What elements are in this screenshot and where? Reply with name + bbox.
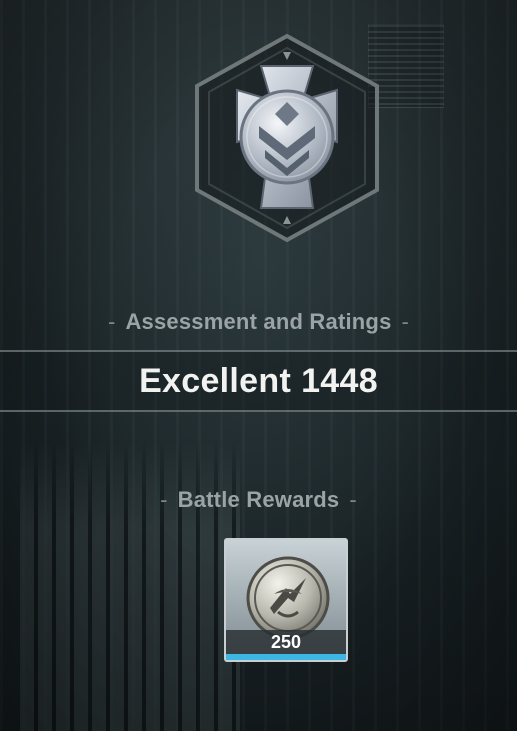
title-dash-right: - <box>349 487 357 512</box>
title-dash-left: - <box>107 309 116 334</box>
assessment-title: - Assessment and Ratings - <box>0 309 517 335</box>
assessment-title-label: Assessment and Ratings <box>125 309 392 334</box>
rank-medal-icon <box>195 33 379 243</box>
reward-item-card[interactable]: 250 <box>224 538 348 662</box>
rating-band: Excellent 1448 <box>0 350 517 412</box>
rewards-title-label: Battle Rewards <box>177 487 340 512</box>
coin-icon <box>246 556 330 640</box>
reward-accent-bar <box>226 654 346 660</box>
rating-score: 1448 <box>301 361 378 400</box>
title-dash-right: - <box>401 309 410 334</box>
rewards-title: - Battle Rewards - <box>0 487 517 513</box>
reward-quantity: 250 <box>270 631 302 652</box>
reward-quantity-bar: 250 <box>226 630 346 654</box>
rating-word: Excellent <box>139 361 292 400</box>
title-dash-left: - <box>160 487 168 512</box>
rating-display: Excellent 1448 <box>139 362 378 401</box>
